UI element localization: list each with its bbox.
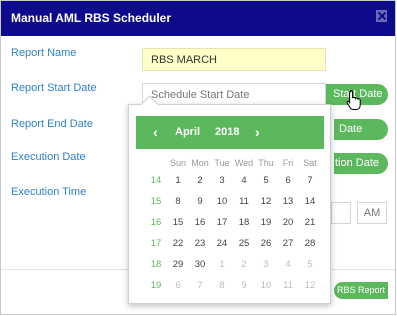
calendar-day[interactable]: 24 [211, 233, 233, 254]
weekday-label: Fri [282, 157, 294, 168]
calendar-day[interactable]: 19 [255, 212, 277, 233]
calendar-grid: Sun Mon Tue Wed Thu Fri Sat 14 1 2 3 4 5 6 7 15 8 9 10 11 1… [145, 155, 321, 296]
datepicker-header: ‹ April 2018 › [136, 116, 324, 149]
week-number: 18 [150, 259, 162, 270]
calendar-day[interactable]: 13 [277, 191, 299, 212]
weekday-label: Wed [234, 157, 254, 168]
calendar-day[interactable]: 2 [233, 254, 255, 275]
calendar-day[interactable]: 22 [167, 233, 189, 254]
calendar-day[interactable]: 3 [255, 254, 277, 275]
calendar-day[interactable]: 4 [277, 254, 299, 275]
weekday-label: Thu [258, 157, 274, 168]
calendar-day[interactable]: 29 [167, 254, 189, 275]
weekday-label: Tue [214, 157, 230, 168]
calendar-day[interactable]: 1 [167, 170, 189, 191]
title-bar: Manual AML RBS Scheduler [1, 1, 395, 36]
calendar-day[interactable]: 5 [299, 254, 321, 275]
calendar-day[interactable]: 9 [233, 275, 255, 296]
calendar-day[interactable]: 25 [233, 233, 255, 254]
calendar-day[interactable]: 3 [211, 170, 233, 191]
calendar-day[interactable]: 6 [277, 170, 299, 191]
calendar-day[interactable]: 6 [167, 275, 189, 296]
week-number: 16 [150, 217, 162, 228]
calendar-day[interactable]: 18 [233, 212, 255, 233]
calendar-day[interactable]: 10 [255, 275, 277, 296]
calendar-day[interactable]: 2 [189, 170, 211, 191]
calendar-day[interactable]: 8 [211, 275, 233, 296]
week-number: 19 [150, 280, 162, 291]
calendar-day[interactable]: 23 [189, 233, 211, 254]
calendar-day[interactable]: 30 [189, 254, 211, 275]
calendar-day[interactable]: 7 [189, 275, 211, 296]
calendar-day[interactable]: 1 [211, 254, 233, 275]
chevron-right-icon[interactable]: › [255, 124, 260, 140]
execution-date-button[interactable]: tion Date [334, 153, 388, 174]
calendar-week-row: 15 8 9 10 11 12 13 14 [145, 191, 321, 212]
calendar-day[interactable]: 7 [299, 170, 321, 191]
calendar-day[interactable]: 5 [255, 170, 277, 191]
calendar-day[interactable]: 16 [189, 212, 211, 233]
month-label[interactable]: April [175, 126, 200, 138]
dialog-title: Manual AML RBS Scheduler [11, 11, 172, 25]
calendar-week-row: 17 22 23 24 25 26 27 28 [145, 233, 321, 254]
calendar-day[interactable]: 26 [255, 233, 277, 254]
weekday-label: Sat [303, 157, 317, 168]
weekday-label: Mon [191, 157, 209, 168]
calendar-day[interactable]: 9 [189, 191, 211, 212]
report-end-date-label: Report End Date [11, 118, 93, 130]
datepicker-popup: ‹ April 2018 › Sun Mon Tue Wed Thu Fri Sat 14 1… [128, 95, 331, 304]
rbs-report-button[interactable]: RBS Report [334, 282, 388, 299]
weekday-label: Sun [169, 157, 186, 168]
hand-cursor-icon [346, 89, 361, 110]
start-date-input[interactable]: Schedule Start Date [142, 83, 326, 106]
end-date-button[interactable]: Date [334, 119, 388, 140]
year-label[interactable]: 2018 [215, 126, 239, 138]
calendar-day[interactable]: 8 [167, 191, 189, 212]
report-start-date-label: Report Start Date [11, 82, 97, 94]
ampm-toggle[interactable]: AM [357, 202, 387, 224]
week-number-header [145, 155, 167, 170]
calendar-day[interactable]: 27 [277, 233, 299, 254]
calendar-day[interactable]: 17 [211, 212, 233, 233]
report-name-input[interactable]: RBS MARCH [142, 48, 326, 71]
calendar-day[interactable]: 10 [211, 191, 233, 212]
calendar-day[interactable]: 11 [233, 191, 255, 212]
report-name-label: Report Name [11, 47, 77, 59]
calendar-week-row: 14 1 2 3 4 5 6 7 [145, 170, 321, 191]
execution-time-label: Execution Time [11, 186, 87, 198]
calendar-day[interactable]: 28 [299, 233, 321, 254]
minutes-input[interactable] [331, 202, 351, 224]
calendar-day[interactable]: 12 [255, 191, 277, 212]
calendar-day[interactable]: 12 [299, 275, 321, 296]
chevron-left-icon[interactable]: ‹ [153, 124, 158, 140]
calendar-day[interactable]: 20 [277, 212, 299, 233]
scheduler-dialog: Manual AML RBS Scheduler Report Name RBS… [0, 0, 396, 315]
calendar-day[interactable]: 4 [233, 170, 255, 191]
week-number: 17 [150, 238, 162, 249]
calendar-day[interactable]: 15 [167, 212, 189, 233]
calendar-day[interactable]: 11 [277, 275, 299, 296]
close-icon[interactable] [376, 10, 387, 22]
calendar-week-row: 18 29 30 1 2 3 4 5 [145, 254, 321, 275]
week-number: 15 [150, 196, 162, 207]
calendar-week-row: 16 15 16 17 18 19 20 21 [145, 212, 321, 233]
calendar-day[interactable]: 14 [299, 191, 321, 212]
calendar-day[interactable]: 21 [299, 212, 321, 233]
calendar-week-row: 19 6 7 8 9 10 11 12 [145, 275, 321, 296]
execution-date-label: Execution Date [11, 151, 86, 163]
week-number: 14 [150, 175, 162, 186]
